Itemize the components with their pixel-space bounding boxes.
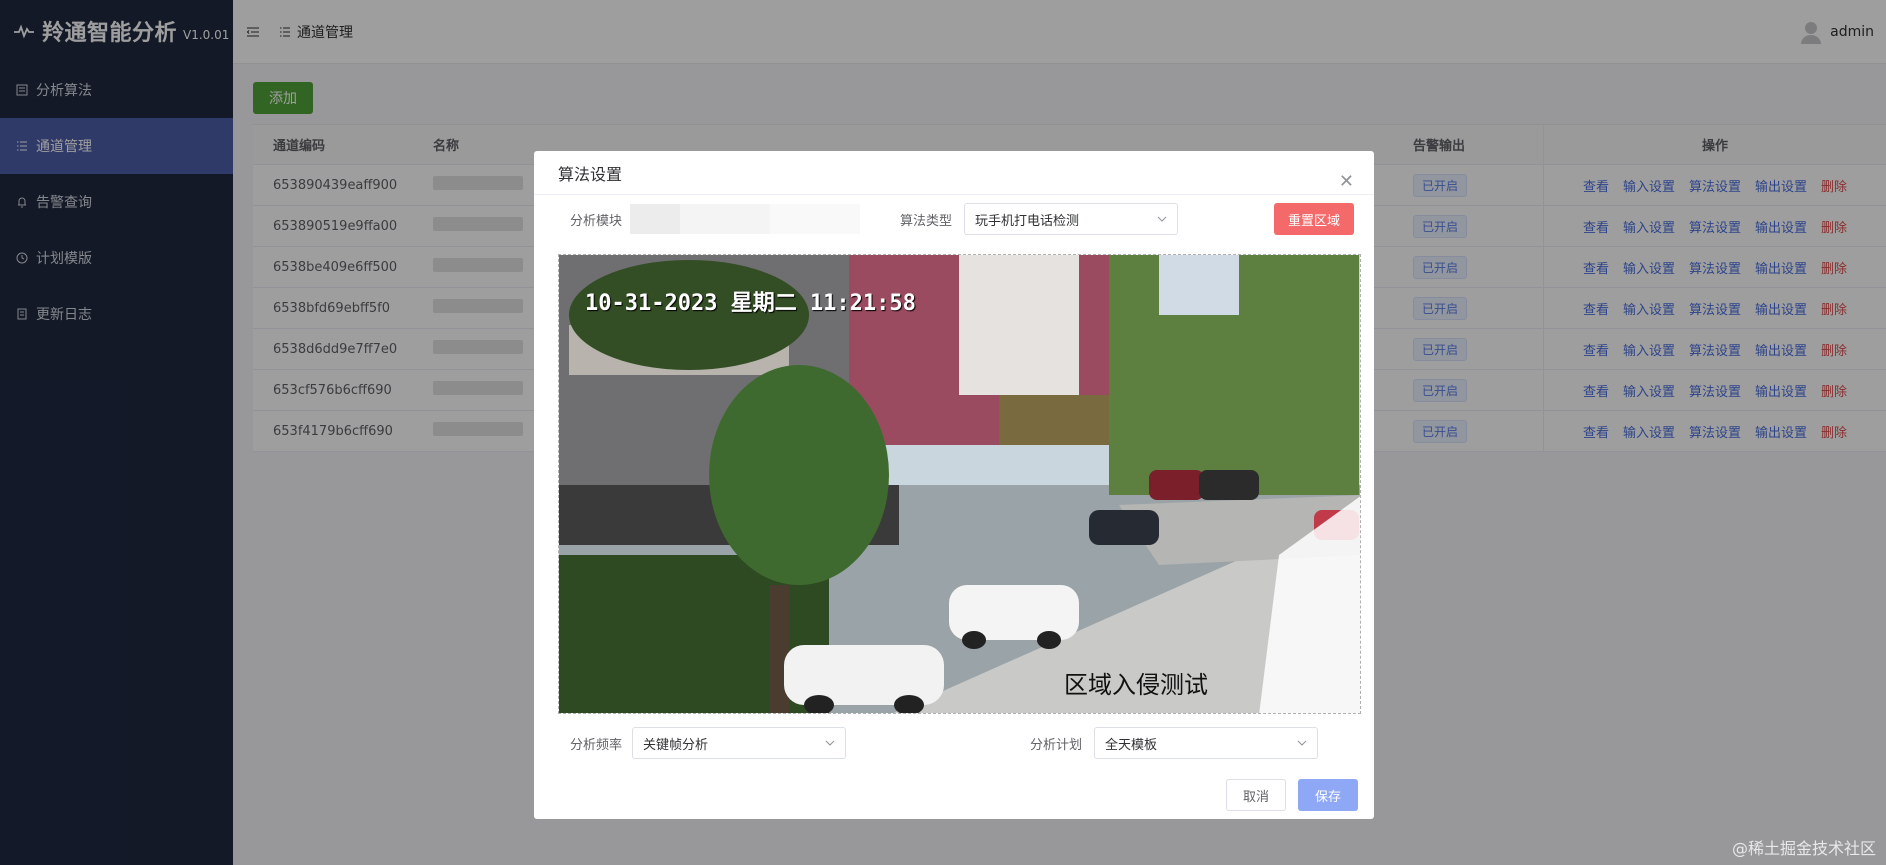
- chevron-down-icon: [1297, 740, 1307, 746]
- freq-label: 分析频率: [570, 737, 623, 753]
- module-label: 分析模块: [570, 213, 623, 229]
- freq-select[interactable]: 关键帧分析: [632, 727, 847, 759]
- video-timestamp: 10-31-2023 星期二 11:21:58: [585, 291, 916, 316]
- dialog-footer: 取消 保存: [1226, 779, 1358, 811]
- dialog-title: 算法设置: [558, 164, 623, 184]
- dialog-row-schedule: 分析频率 关键帧分析 分析计划 全天模板: [534, 723, 1374, 763]
- plan-value: 全天模板: [1105, 737, 1158, 753]
- freq-value: 关键帧分析: [643, 737, 709, 753]
- plan-select[interactable]: 全天模板: [1094, 727, 1319, 759]
- algo-type-select[interactable]: 玩手机打电话检测: [964, 203, 1179, 235]
- video-preview[interactable]: 10-31-2023 星期二 11:21:58 区域入侵测试: [558, 254, 1361, 714]
- car: [949, 585, 1079, 649]
- app-root: 羚通智能分析 V1.0.01 分析算法 通道管理 告警查询 计划模版 更新日志: [0, 0, 1886, 865]
- video-caption: 区域入侵测试: [1064, 671, 1208, 699]
- chevron-down-icon: [1157, 216, 1167, 222]
- algorithm-settings-dialog: 算法设置 ✕ 分析模块 算法类型 玩手机打电话检测 重置区域 10-31-202…: [534, 151, 1374, 819]
- algo-type-value: 玩手机打电话检测: [975, 213, 1080, 229]
- watermark: @稀土掘金技术社区: [1731, 839, 1876, 858]
- dialog-row-module: 分析模块 算法类型 玩手机打电话检测 重置区域: [534, 195, 1374, 243]
- dialog-header: 算法设置 ✕: [534, 151, 1374, 195]
- algo-type-label: 算法类型: [900, 213, 953, 229]
- plan-label: 分析计划: [1030, 737, 1083, 753]
- cancel-button[interactable]: 取消: [1226, 779, 1286, 811]
- reset-region-button[interactable]: 重置区域: [1273, 203, 1354, 235]
- close-icon[interactable]: ✕: [1339, 173, 1354, 191]
- save-button[interactable]: 保存: [1298, 779, 1358, 811]
- module-field[interactable]: [630, 204, 861, 234]
- chevron-down-icon: [825, 740, 835, 746]
- camera-frame: [559, 255, 1360, 713]
- car: [784, 645, 944, 713]
